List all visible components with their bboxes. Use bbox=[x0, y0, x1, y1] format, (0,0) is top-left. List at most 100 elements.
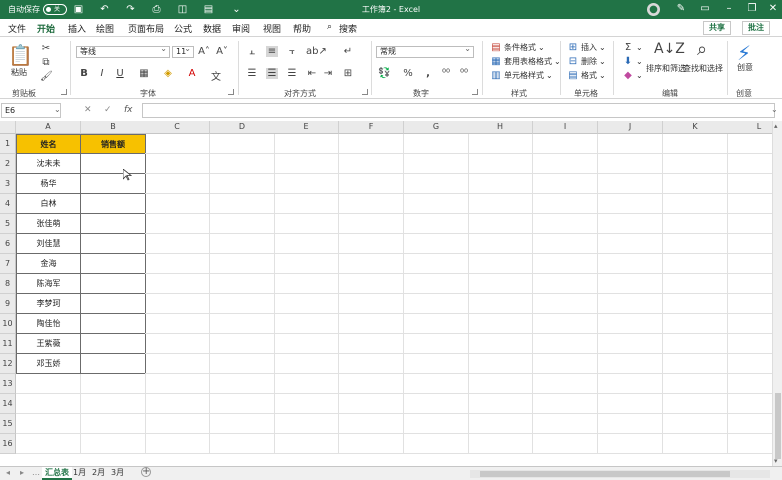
cell-k9[interactable] bbox=[663, 294, 728, 314]
cell-j13[interactable] bbox=[598, 374, 663, 394]
sheet-tab-mar[interactable]: 3月 bbox=[108, 467, 127, 480]
cell-d5[interactable] bbox=[210, 214, 275, 234]
cell-d1[interactable] bbox=[210, 134, 275, 154]
cell-h6[interactable] bbox=[468, 234, 533, 254]
cell-f5[interactable] bbox=[339, 214, 404, 234]
cell-e14[interactable] bbox=[274, 394, 339, 414]
cell-f11[interactable] bbox=[339, 334, 404, 354]
cell-i14[interactable] bbox=[533, 394, 598, 414]
more-sheets-icon[interactable]: … bbox=[32, 468, 40, 477]
cell-e4[interactable] bbox=[274, 194, 339, 214]
scroll-up-icon[interactable]: ▴ bbox=[774, 122, 778, 130]
cell-i3[interactable] bbox=[533, 174, 598, 194]
prev-sheet-icon[interactable]: ◂ bbox=[6, 468, 10, 477]
cell-c13[interactable] bbox=[145, 374, 210, 394]
cell-h8[interactable] bbox=[468, 274, 533, 294]
cell-j2[interactable] bbox=[598, 154, 663, 174]
cell-h4[interactable] bbox=[468, 194, 533, 214]
cell-h15[interactable] bbox=[468, 414, 533, 434]
cell-f16[interactable] bbox=[339, 434, 404, 454]
cell-f3[interactable] bbox=[339, 174, 404, 194]
cell-a4[interactable]: 白林 bbox=[16, 194, 81, 214]
row-header-10[interactable]: 10 bbox=[0, 314, 16, 334]
cell-d6[interactable] bbox=[210, 234, 275, 254]
cell-d16[interactable] bbox=[210, 434, 275, 454]
format-as-table-button[interactable]: ▦ 套用表格格式 ⌄ bbox=[490, 56, 560, 67]
expand-icon[interactable]: ▤ bbox=[202, 3, 215, 16]
vertical-scroll-thumb[interactable] bbox=[775, 393, 781, 459]
cell-e5[interactable] bbox=[274, 214, 339, 234]
cell-h2[interactable] bbox=[468, 154, 533, 174]
cell-i11[interactable] bbox=[533, 334, 598, 354]
cell-k2[interactable] bbox=[663, 154, 728, 174]
decrease-decimal-icon[interactable]: ⁰⁰ bbox=[458, 68, 470, 79]
cell-i13[interactable] bbox=[533, 374, 598, 394]
column-header-j[interactable]: J bbox=[598, 121, 663, 134]
cell-k12[interactable] bbox=[663, 354, 728, 374]
cell-f12[interactable] bbox=[339, 354, 404, 374]
cell-a16[interactable] bbox=[16, 434, 81, 454]
font-size-select[interactable]: 11 bbox=[172, 44, 194, 58]
row-header-5[interactable]: 5 bbox=[0, 214, 16, 234]
tab-data[interactable]: 数据 bbox=[203, 22, 221, 35]
conditional-format-button[interactable]: ▤ 条件格式 ⌄ bbox=[490, 42, 544, 53]
column-header-i[interactable]: I bbox=[533, 121, 598, 134]
cell-e10[interactable] bbox=[274, 314, 339, 334]
horizontal-scrollbar[interactable] bbox=[470, 470, 770, 478]
sheet-tab-jan[interactable]: 1月 bbox=[70, 467, 89, 480]
cell-e9[interactable] bbox=[274, 294, 339, 314]
cell-b3[interactable] bbox=[81, 174, 146, 194]
tab-file[interactable]: 文件 bbox=[8, 22, 26, 35]
cell-l7[interactable] bbox=[727, 254, 772, 274]
cell-e3[interactable] bbox=[274, 174, 339, 194]
add-sheet-icon[interactable]: + bbox=[141, 467, 151, 477]
cell-c2[interactable] bbox=[145, 154, 210, 174]
tab-help[interactable]: 帮助 bbox=[293, 22, 311, 35]
cell-f15[interactable] bbox=[339, 414, 404, 434]
cell-b2[interactable] bbox=[81, 154, 146, 174]
cell-l15[interactable] bbox=[727, 414, 772, 434]
cell-f9[interactable] bbox=[339, 294, 404, 314]
cell-g13[interactable] bbox=[404, 374, 469, 394]
cell-g7[interactable] bbox=[404, 254, 469, 274]
cell-c16[interactable] bbox=[145, 434, 210, 454]
row-header-11[interactable]: 11 bbox=[0, 334, 16, 354]
cell-f7[interactable] bbox=[339, 254, 404, 274]
close-icon[interactable]: ✕ bbox=[766, 2, 780, 16]
cell-j1[interactable] bbox=[598, 134, 663, 154]
cell-k15[interactable] bbox=[663, 414, 728, 434]
delete-cells-button[interactable]: ⊟ 删除 ⌄ bbox=[567, 56, 606, 67]
row-header-16[interactable]: 16 bbox=[0, 434, 16, 454]
sheet-tab-feb[interactable]: 2月 bbox=[89, 467, 108, 480]
formula-input[interactable] bbox=[142, 103, 775, 118]
cell-k14[interactable] bbox=[663, 394, 728, 414]
find-select-icon[interactable]: ⌕ bbox=[690, 39, 714, 60]
cell-f14[interactable] bbox=[339, 394, 404, 414]
cell-j16[interactable] bbox=[598, 434, 663, 454]
cell-a2[interactable]: 沈未未 bbox=[16, 154, 81, 174]
expand-formula-icon[interactable]: ⌄ bbox=[771, 105, 778, 114]
autosave-switch[interactable]: 关 bbox=[43, 4, 67, 15]
insert-function-icon[interactable]: fx bbox=[124, 105, 133, 115]
cell-g8[interactable] bbox=[404, 274, 469, 294]
cell-a8[interactable]: 陈海军 bbox=[16, 274, 81, 294]
cell-h10[interactable] bbox=[468, 314, 533, 334]
quick-icon[interactable]: ◫ bbox=[176, 3, 189, 16]
creative-button[interactable]: 创意 bbox=[737, 63, 753, 72]
cell-d8[interactable] bbox=[210, 274, 275, 294]
borders-icon[interactable]: ▦ bbox=[138, 68, 150, 79]
cell-h5[interactable] bbox=[468, 214, 533, 234]
paste-button[interactable]: 粘贴 bbox=[11, 67, 27, 78]
column-header-k[interactable]: K bbox=[663, 121, 728, 134]
cell-e2[interactable] bbox=[274, 154, 339, 174]
tab-home[interactable]: 开始 bbox=[37, 22, 56, 39]
ribbon-display-icon[interactable]: ▭ bbox=[698, 2, 712, 16]
cell-k8[interactable] bbox=[663, 274, 728, 294]
bold-icon[interactable]: B bbox=[78, 68, 90, 79]
number-format-select[interactable]: 常规 bbox=[376, 44, 474, 58]
cell-j11[interactable] bbox=[598, 334, 663, 354]
align-bottom-icon[interactable]: ⫟ bbox=[286, 46, 298, 57]
cell-g5[interactable] bbox=[404, 214, 469, 234]
row-header-14[interactable]: 14 bbox=[0, 394, 16, 414]
fill-color-icon[interactable]: ◈ bbox=[162, 68, 174, 79]
